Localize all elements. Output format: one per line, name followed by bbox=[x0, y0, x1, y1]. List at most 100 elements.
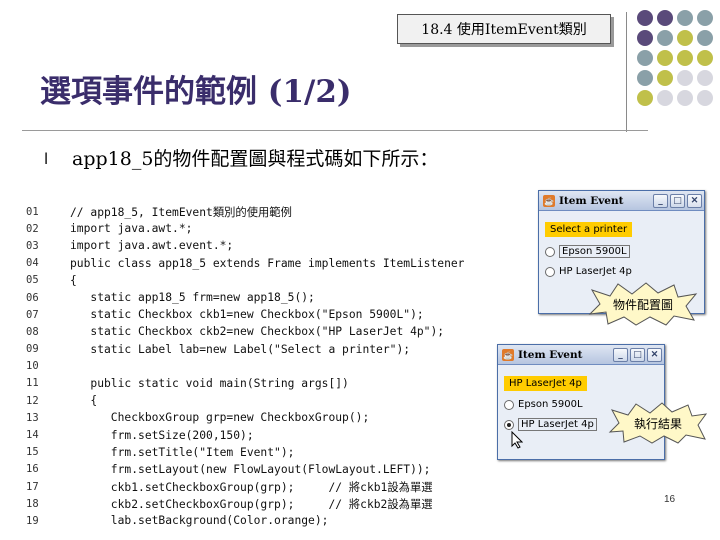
code-line: 12 { bbox=[26, 392, 464, 409]
line-number: 10 bbox=[26, 360, 39, 373]
code-line: 11 public static void main(String args[]… bbox=[26, 375, 464, 392]
line-number: 12 bbox=[26, 394, 39, 407]
code-text: // app18_5, ItemEvent類別的使用範例 bbox=[70, 205, 292, 219]
decorative-dot bbox=[637, 10, 653, 26]
radio-option-hp[interactable]: HP LaserJet 4p bbox=[545, 266, 698, 277]
line-number: 13 bbox=[26, 411, 39, 424]
radio-button[interactable] bbox=[545, 266, 555, 277]
decorative-dot bbox=[697, 90, 713, 106]
decorative-dot bbox=[677, 50, 693, 66]
decorative-dot bbox=[637, 50, 653, 66]
code-line: 06 static app18_5 frm=new app18_5(); bbox=[26, 289, 464, 306]
line-number: 05 bbox=[26, 274, 39, 287]
window-titlebar[interactable]: ☕ Item Event _ □ ✕ bbox=[539, 191, 704, 211]
bullet-icon: l bbox=[44, 150, 49, 168]
java-app-icon: ☕ bbox=[502, 348, 514, 361]
code-line: 19 lab.setBackground(Color.orange); bbox=[26, 512, 464, 529]
line-number: 03 bbox=[26, 239, 39, 252]
radio-label: HP LaserJet 4p bbox=[518, 418, 597, 431]
code-line: 08 static Checkbox ckb2=new Checkbox("HP… bbox=[26, 323, 464, 340]
section-tag: 18.4 使用ItemEvent類別 bbox=[397, 14, 611, 44]
decorative-dot bbox=[677, 90, 693, 106]
code-line: 07 static Checkbox ckb1=new Checkbox("Ep… bbox=[26, 306, 464, 323]
decorative-dot bbox=[657, 70, 673, 86]
line-number: 08 bbox=[26, 325, 39, 338]
close-icon[interactable]: ✕ bbox=[647, 347, 662, 362]
decorative-dot bbox=[677, 30, 693, 46]
decorative-dot bbox=[657, 30, 673, 46]
decorative-dot bbox=[637, 90, 653, 106]
line-number: 15 bbox=[26, 446, 39, 459]
code-line: 13 CheckboxGroup grp=new CheckboxGroup()… bbox=[26, 409, 464, 426]
code-line: 02 import java.awt.*; bbox=[26, 220, 464, 237]
decorative-dot bbox=[677, 70, 693, 86]
maximize-icon[interactable]: □ bbox=[670, 193, 685, 208]
radio-label: HP LaserJet 4p bbox=[559, 266, 632, 277]
code-text: static app18_5 frm=new app18_5(); bbox=[70, 291, 315, 305]
window-title: Item Event bbox=[518, 348, 583, 361]
code-text: frm.setSize(200,150); bbox=[70, 428, 254, 442]
code-text: import java.awt.*; bbox=[70, 222, 193, 236]
bullet-text: app18_5的物件配置圖與程式碼如下所示： bbox=[72, 148, 439, 170]
code-text: static Checkbox ckb2=new Checkbox("HP La… bbox=[70, 325, 445, 339]
code-text: static Label lab=new Label("Select a pri… bbox=[70, 342, 411, 356]
callout-text: 執行結果 bbox=[633, 416, 682, 431]
decorative-dot bbox=[637, 70, 653, 86]
code-text: frm.setLayout(new FlowLayout(FlowLayout.… bbox=[70, 462, 431, 476]
decorative-dot bbox=[657, 10, 673, 26]
code-text: { bbox=[70, 394, 98, 408]
code-text: frm.setTitle("Item Event"); bbox=[70, 445, 295, 459]
minimize-icon[interactable]: _ bbox=[613, 347, 628, 362]
code-listing: 01 // app18_5, ItemEvent類別的使用範例 02 import j… bbox=[26, 203, 464, 530]
line-number: 01 bbox=[26, 205, 39, 218]
window-title: Item Event bbox=[559, 194, 624, 207]
line-number: 16 bbox=[26, 463, 39, 476]
code-line: 16 frm.setLayout(new FlowLayout(FlowLayo… bbox=[26, 461, 464, 478]
callout-layout-diagram: 物件配置圖 bbox=[588, 282, 698, 326]
code-line: 14 frm.setSize(200,150); bbox=[26, 426, 464, 443]
maximize-icon[interactable]: □ bbox=[630, 347, 645, 362]
decorative-dot bbox=[697, 70, 713, 86]
radio-button[interactable] bbox=[545, 246, 555, 257]
code-text: CheckboxGroup grp=new CheckboxGroup(); bbox=[70, 411, 370, 425]
code-line: 04 public class app18_5 extends Frame imp… bbox=[26, 255, 464, 272]
close-icon[interactable]: ✕ bbox=[687, 193, 702, 208]
printer-label: HP LaserJet 4p bbox=[504, 376, 587, 391]
minimize-icon[interactable]: _ bbox=[653, 193, 668, 208]
code-text: import java.awt.event.*; bbox=[70, 239, 234, 253]
code-line: 03 import java.awt.event.*; bbox=[26, 237, 464, 254]
radio-label: Epson 5900L bbox=[518, 399, 583, 410]
decorative-dot bbox=[697, 30, 713, 46]
line-number: 18 bbox=[26, 497, 39, 510]
code-line: 15 frm.setTitle("Item Event"); bbox=[26, 444, 464, 461]
header-horizontal-rule bbox=[22, 130, 648, 131]
code-line: 09 static Label lab=new Label("Select a … bbox=[26, 341, 464, 358]
decorative-dot-grid bbox=[637, 10, 713, 106]
line-number: 14 bbox=[26, 429, 39, 442]
code-text: ckb2.setCheckboxGroup(grp); // 將ckb2設為單選 bbox=[70, 497, 433, 511]
mouse-pointer-icon bbox=[511, 430, 524, 453]
line-number: 06 bbox=[26, 291, 39, 304]
radio-option-epson[interactable]: Epson 5900L bbox=[545, 245, 698, 258]
code-line: 17 ckb1.setCheckboxGroup(grp); // 將ckb1設… bbox=[26, 478, 464, 495]
java-app-icon: ☕ bbox=[543, 194, 555, 207]
callout-text: 物件配置圖 bbox=[612, 297, 673, 312]
code-text: public class app18_5 extends Frame imple… bbox=[70, 256, 465, 270]
code-line: 05 { bbox=[26, 272, 464, 289]
code-text: ckb1.setCheckboxGroup(grp); // 將ckb1設為單選 bbox=[70, 480, 433, 494]
radio-label: Epson 5900L bbox=[559, 245, 630, 258]
decorative-dot bbox=[637, 30, 653, 46]
decorative-dot bbox=[657, 50, 673, 66]
decorative-dot bbox=[677, 10, 693, 26]
window-titlebar[interactable]: ☕ Item Event _ □ ✕ bbox=[498, 345, 664, 365]
slide-title: 選項事件的範例 (1/2) bbox=[40, 74, 352, 110]
decorative-dot bbox=[657, 90, 673, 106]
radio-button-selected[interactable] bbox=[504, 419, 514, 430]
line-number: 09 bbox=[26, 343, 39, 356]
code-line: 18 ckb2.setCheckboxGroup(grp); // 將ckb2設… bbox=[26, 495, 464, 512]
line-number: 11 bbox=[26, 377, 39, 390]
callout-run-result: 執行結果 bbox=[608, 402, 708, 444]
code-text: public static void main(String args[]) bbox=[70, 376, 349, 390]
line-number: 07 bbox=[26, 308, 39, 321]
radio-button[interactable] bbox=[504, 399, 514, 410]
